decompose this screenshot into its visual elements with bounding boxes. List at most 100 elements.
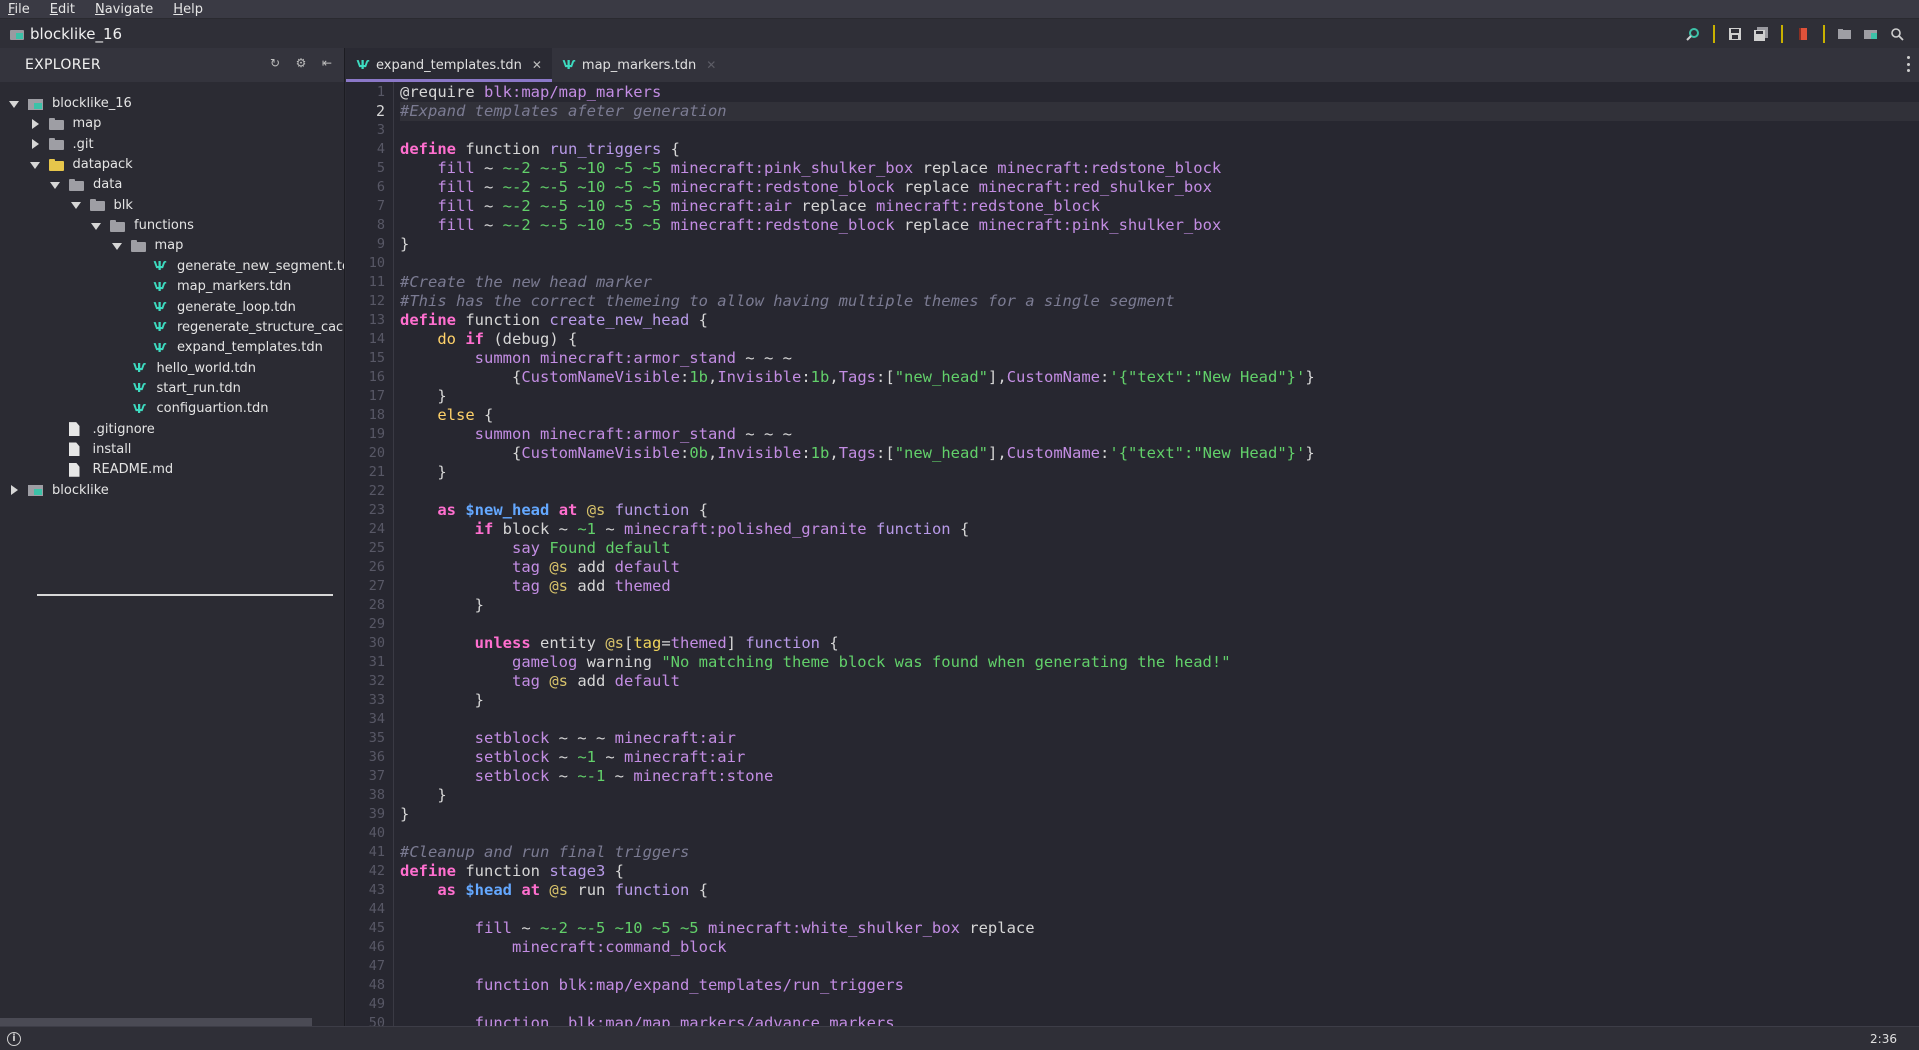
sidebar-horizontal-scrollbar[interactable] — [0, 1018, 312, 1026]
search-project-icon[interactable] — [1685, 26, 1701, 42]
code-line[interactable]: minecraft:command_block — [400, 938, 1919, 957]
chevron-right-icon[interactable] — [29, 118, 41, 130]
menu-navigate[interactable]: Navigate — [95, 2, 153, 17]
tdn-file-icon: Ѱ — [153, 259, 167, 274]
code-line[interactable]: } — [400, 805, 1919, 824]
code-line[interactable] — [400, 710, 1919, 729]
code-line[interactable]: as $new_head at @s function { — [400, 501, 1919, 520]
chevron-down-icon[interactable] — [70, 199, 82, 211]
code-line[interactable]: } — [400, 596, 1919, 615]
code-line[interactable]: fill ~ ~-2 ~-5 ~10 ~5 ~5 minecraft:redst… — [400, 178, 1919, 197]
code-line[interactable]: else { — [400, 406, 1919, 425]
code-line[interactable]: #Cleanup and run final triggers — [400, 843, 1919, 862]
code-line[interactable]: define function run_triggers { — [400, 140, 1919, 159]
code-line[interactable]: } — [400, 387, 1919, 406]
code-token: : — [1100, 444, 1110, 462]
more-options-icon[interactable] — [1907, 56, 1911, 72]
menu-edit[interactable]: Edit — [50, 2, 75, 17]
code-line[interactable]: setblock ~ ~1 ~ minecraft:air — [400, 748, 1919, 767]
code-line[interactable]: function blk:map/map_markers/advance_mar… — [400, 1014, 1919, 1026]
code-editor[interactable]: 1 2 3 4 5 6 7 8 9 10 11 12 13 14 15 16 17 18 19 20 21 22 23 24 2… — [346, 82, 1919, 1026]
code-line[interactable]: function blk:map/expand_templates/run_tr… — [400, 976, 1919, 995]
code-line[interactable]: } — [400, 463, 1919, 482]
tab-expand-templates[interactable]: Ѱ expand_templates.tdn ✕ — [346, 48, 552, 82]
code-token: as — [437, 501, 456, 519]
code-line[interactable]: setblock ~ ~-1 ~ minecraft:stone — [400, 767, 1919, 786]
line-number: 29 — [368, 616, 385, 632]
open-folder-icon[interactable] — [1863, 26, 1879, 42]
code-line[interactable] — [400, 824, 1919, 843]
code-line[interactable]: } — [400, 786, 1919, 805]
code-line[interactable] — [400, 254, 1919, 273]
code-line[interactable] — [400, 957, 1919, 976]
chevron-down-icon[interactable] — [8, 98, 20, 110]
gear-icon[interactable]: ⚙ — [294, 56, 308, 70]
code-token: stage3 — [549, 862, 606, 880]
code-line[interactable]: define function stage3 { — [400, 862, 1919, 881]
code-line[interactable] — [400, 615, 1919, 634]
code-line[interactable]: fill ~ ~-2 ~-5 ~10 ~5 ~5 minecraft:pink_… — [400, 159, 1919, 178]
close-icon[interactable]: ✕ — [706, 58, 716, 72]
chevron-down-icon[interactable] — [49, 179, 61, 191]
code-line[interactable]: } — [400, 691, 1919, 710]
code-token: { — [605, 862, 624, 880]
chevron-down-icon[interactable] — [90, 220, 102, 232]
save-icon[interactable] — [1727, 26, 1743, 42]
code-line[interactable]: gamelog warning "No matching theme block… — [400, 653, 1919, 672]
close-icon[interactable]: ✕ — [532, 58, 542, 72]
code-line[interactable]: summon minecraft:armor_stand ~ ~ ~ — [400, 425, 1919, 444]
code-token: "new_head" — [894, 444, 989, 462]
new-folder-icon[interactable] — [1837, 26, 1853, 42]
tdn-file-icon: Ѱ — [133, 361, 146, 376]
toolbar-separator — [1713, 24, 1715, 43]
book-icon[interactable] — [1795, 26, 1811, 42]
code-line[interactable]: fill ~ ~-2 ~-5 ~10 ~5 ~5 minecraft:air r… — [400, 197, 1919, 216]
code-line[interactable]: fill ~ ~-2 ~-5 ~10 ~5 ~5 minecraft:redst… — [400, 216, 1919, 235]
code-line[interactable]: #Expand templates afeter generation — [400, 102, 1919, 121]
code-line[interactable]: setblock ~ ~ ~ minecraft:air — [400, 729, 1919, 748]
info-icon[interactable]: i — [7, 1031, 21, 1046]
code-token: replace — [913, 159, 998, 177]
code-line[interactable]: define function create_new_head { — [400, 311, 1919, 330]
code-line[interactable] — [400, 995, 1919, 1014]
collapse-panel-icon[interactable]: ⇤ — [320, 56, 334, 70]
code-line[interactable] — [400, 900, 1919, 919]
code-line[interactable]: fill ~ ~-2 ~-5 ~10 ~5 ~5 minecraft:white… — [400, 919, 1919, 938]
tab-map-markers[interactable]: Ѱ map_markers.tdn ✕ — [552, 48, 726, 82]
code-line[interactable]: unless entity @s[tag=themed] function { — [400, 634, 1919, 653]
search-icon[interactable] — [1889, 26, 1905, 42]
code-line[interactable]: tag @s add default — [400, 558, 1919, 577]
code-line[interactable]: #Create the new head marker — [400, 273, 1919, 292]
code-line[interactable]: summon minecraft:armor_stand ~ ~ ~ — [400, 349, 1919, 368]
code-line[interactable]: {CustomNameVisible:1b,Invisible:1b,Tags:… — [400, 368, 1919, 387]
save-all-icon[interactable] — [1753, 26, 1769, 42]
tree-item[interactable]: blocklike — [8, 478, 109, 503]
code-line[interactable]: tag @s add themed — [400, 577, 1919, 596]
code-line[interactable]: {CustomNameVisible:0b,Invisible:1b,Tags:… — [400, 444, 1919, 463]
chevron-right-icon[interactable] — [8, 484, 20, 496]
code-line[interactable]: if block ~ ~1 ~ minecraft:polished_grani… — [400, 520, 1919, 539]
code-line[interactable] — [400, 121, 1919, 140]
code-line[interactable] — [400, 482, 1919, 501]
code-line[interactable]: @require blk:map/map_markers — [400, 83, 1919, 102]
refresh-icon[interactable]: ↻ — [268, 56, 282, 70]
chevron-down-icon[interactable] — [111, 240, 123, 252]
code-line[interactable]: as $head at @s run function { — [400, 881, 1919, 900]
code-token: } — [400, 387, 447, 405]
code-line[interactable]: do if (debug) { — [400, 330, 1919, 349]
code-lines[interactable]: @require blk:map/map_markers #Expand temp… — [400, 82, 1919, 1026]
code-line[interactable]: #This has the correct themeing to allow … — [400, 292, 1919, 311]
chevron-down-icon[interactable] — [29, 159, 41, 171]
menu-help[interactable]: Help — [173, 2, 203, 17]
code-line[interactable]: tag @s add default — [400, 672, 1919, 691]
chevron-right-icon[interactable] — [29, 138, 41, 150]
menu-file[interactable]: File — [8, 2, 30, 17]
code-line[interactable]: say Found default — [400, 539, 1919, 558]
code-line[interactable]: } — [400, 235, 1919, 254]
